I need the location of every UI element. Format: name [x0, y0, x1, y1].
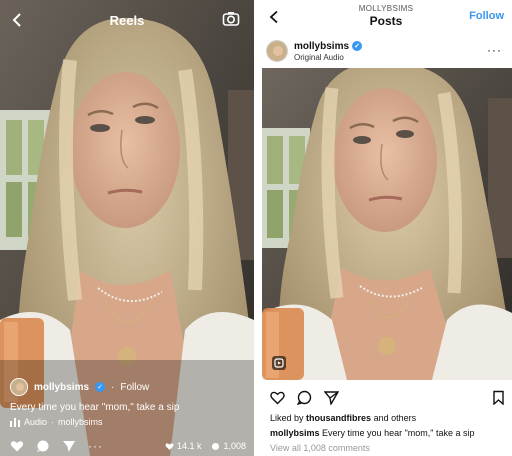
reels-top-bar: Reels: [0, 0, 254, 40]
reels-stats: 14.1 k 1,008: [165, 441, 246, 451]
liked-by-prefix: Liked by: [270, 413, 304, 423]
heart-icon[interactable]: [10, 439, 24, 453]
reels-caption[interactable]: Every time you hear "mom," take a sip: [10, 402, 179, 413]
likes-stat: 14.1 k: [165, 441, 202, 451]
reels-username[interactable]: mollybsims: [34, 382, 89, 393]
likes-count: 14.1 k: [176, 441, 202, 451]
verified-badge-icon: ✓: [352, 41, 363, 51]
reels-action-bar: ··· 14.1 k 1,008: [10, 438, 246, 454]
post-user-row: mollybsims ✓ Original Audio ···: [260, 34, 512, 68]
avatar[interactable]: [10, 378, 28, 396]
post-video[interactable]: [262, 68, 512, 380]
post-likes[interactable]: Liked by thousandfibres and others: [270, 413, 416, 423]
paper-plane-icon[interactable]: [62, 439, 76, 453]
more-dots-icon[interactable]: ···: [88, 439, 103, 453]
posts-header: MOLLYBSIMS Posts Follow: [260, 0, 512, 34]
avatar[interactable]: [266, 40, 288, 62]
reel-badge-icon: [272, 356, 286, 370]
verified-badge-icon: ✓: [95, 382, 106, 392]
post-audio-subtitle[interactable]: Original Audio: [294, 53, 362, 62]
camera-icon[interactable]: [222, 10, 240, 28]
reels-panel: Reels mollybsims ✓ · Follow Every time y…: [0, 0, 254, 456]
post-username[interactable]: mollybsims: [294, 41, 349, 52]
back-chevron-icon[interactable]: [10, 12, 24, 28]
paper-plane-icon[interactable]: [324, 390, 339, 405]
comment-icon[interactable]: [36, 439, 50, 453]
comment-icon[interactable]: [297, 390, 312, 405]
post-video-frame: [262, 68, 512, 380]
audio-user: mollybsims: [58, 417, 103, 427]
audio-separator: ·: [51, 417, 55, 427]
comment-small-icon: [212, 442, 220, 450]
view-comments-link[interactable]: View all 1,008 comments: [270, 443, 370, 453]
more-dots-icon[interactable]: ···: [487, 44, 502, 56]
heart-small-icon: [165, 442, 174, 450]
posts-panel: MOLLYBSIMS Posts Follow mollybsims ✓ Ori…: [260, 0, 512, 456]
audio-label: Audio: [24, 417, 48, 427]
separator-dot: ·: [111, 381, 115, 393]
bookmark-icon[interactable]: [491, 390, 506, 405]
post-username-row: mollybsims ✓: [294, 41, 363, 52]
comments-count: 1,008: [223, 441, 246, 451]
heart-icon[interactable]: [270, 390, 285, 405]
reels-title: Reels: [109, 12, 145, 28]
reels-user-row: mollybsims ✓ · Follow: [10, 378, 149, 396]
audio-bars-icon: [10, 417, 20, 427]
comments-stat: 1,008: [211, 441, 246, 451]
post-action-bar: [270, 388, 506, 406]
reels-audio-row[interactable]: Audio · mollybsims: [10, 417, 103, 427]
liked-by-user[interactable]: thousandfibres: [306, 413, 371, 423]
reels-follow-button[interactable]: Follow: [120, 382, 149, 393]
post-caption: mollybsims Every time you hear "mom," ta…: [270, 428, 475, 438]
caption-username[interactable]: mollybsims: [270, 428, 320, 438]
post-user-text: mollybsims ✓ Original Audio: [294, 41, 363, 62]
liked-by-suffix: and others: [373, 413, 417, 423]
caption-text: Every time you hear "mom," take a sip: [322, 428, 475, 438]
posts-follow-button[interactable]: Follow: [469, 10, 504, 22]
